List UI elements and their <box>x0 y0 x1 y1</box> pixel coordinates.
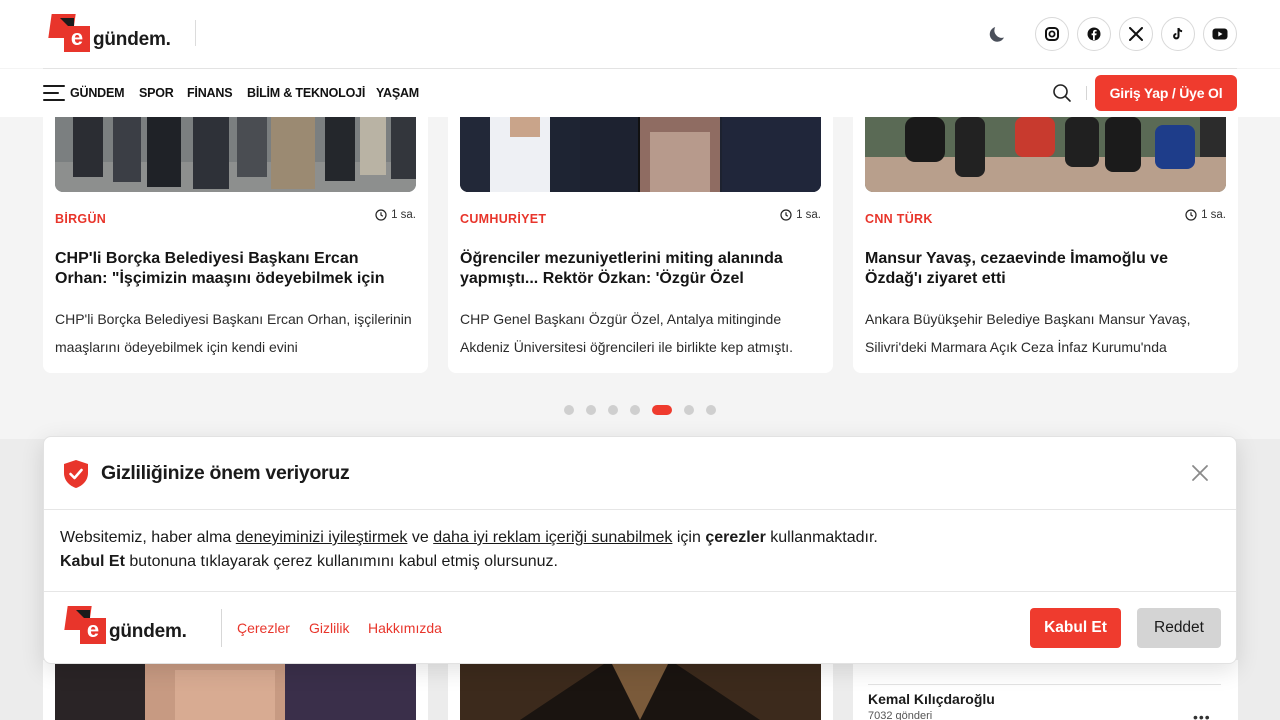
cookie-text-bold: Kabul Et <box>60 553 125 570</box>
trending-count: 7032 gönderi <box>868 710 933 720</box>
cookie-text: için <box>672 529 706 546</box>
about-link[interactable]: Hakkımızda <box>368 620 442 636</box>
trending-title[interactable]: Kemal Kılıçdaroğlu <box>868 691 995 707</box>
close-icon[interactable] <box>1190 463 1210 483</box>
instagram-icon <box>1045 27 1059 41</box>
cookie-text: Websitemiz, haber alma <box>60 529 236 546</box>
news-time-text: 1 sa. <box>796 209 821 221</box>
carousel-dot[interactable] <box>706 405 716 415</box>
x-button[interactable] <box>1119 17 1153 51</box>
cookie-text: butonuna tıklayarak çerez kullanımını ka… <box>124 553 558 570</box>
login-button[interactable]: Giriş Yap / Üye Ol <box>1095 75 1237 111</box>
accept-cookies-button[interactable]: Kabul Et <box>1030 608 1121 648</box>
instagram-button[interactable] <box>1035 17 1069 51</box>
news-source[interactable]: BİRGÜN <box>55 212 106 226</box>
carousel-dot[interactable] <box>608 405 618 415</box>
news-image[interactable] <box>55 117 416 192</box>
facebook-icon <box>1087 27 1101 41</box>
cookie-text: kullanmaktadır. <box>765 529 878 546</box>
footer-logo: e gündem. <box>64 606 187 646</box>
news-card[interactable] <box>43 660 428 720</box>
nav-item-yasam[interactable]: YAŞAM <box>376 86 419 100</box>
cookie-dialog-header: Gizliliğinize önem veriyoruz <box>44 437 1236 510</box>
logo-mark: e <box>48 14 92 54</box>
news-source[interactable]: CUMHURİYET <box>460 212 546 226</box>
news-time-text: 1 sa. <box>1201 209 1226 221</box>
logo-text: gündem. <box>93 29 171 50</box>
news-summary: CHP'li Borçka Belediyesi Başkanı Ercan O… <box>55 311 412 355</box>
news-time: 1 sa. <box>1185 209 1226 221</box>
shield-check-icon <box>64 460 88 488</box>
reject-cookies-button[interactable]: Reddet <box>1137 608 1221 648</box>
privacy-link[interactable]: Gizlilik <box>309 620 349 636</box>
news-summary: CHP Genel Başkanı Özgür Özel, Antalya mi… <box>460 311 794 355</box>
logo-mark: e <box>64 606 108 646</box>
cookie-dialog-footer: e gündem. Çerezler Gizlilik Hakkımızda K… <box>44 591 1236 663</box>
carousel-dot[interactable] <box>586 405 596 415</box>
cookie-text-bold: çerezler <box>705 529 766 546</box>
news-title[interactable]: Mansur Yavaş, cezaevinde İmamoğlu ve Özd… <box>865 249 1220 291</box>
news-image[interactable] <box>55 660 416 720</box>
news-image[interactable] <box>460 117 821 192</box>
footer-divider <box>221 609 222 647</box>
news-image[interactable] <box>865 117 1226 192</box>
cookie-link-experience[interactable]: deneyiminizi iyileştirmek <box>236 529 408 546</box>
logo-divider <box>195 20 196 46</box>
cookie-dialog-text: Websitemiz, haber alma deneyiminizi iyil… <box>60 526 1220 574</box>
news-source[interactable]: CNN TÜRK <box>865 212 933 226</box>
tiktok-icon <box>1173 27 1183 40</box>
news-time: 1 sa. <box>375 209 416 221</box>
news-title[interactable]: Öğrenciler mezuniyetlerini miting alanın… <box>460 249 815 291</box>
menu-icon[interactable] <box>43 84 65 102</box>
news-time: 1 sa. <box>780 209 821 221</box>
carousel-dot-active[interactable] <box>652 405 672 415</box>
cookies-link[interactable]: Çerezler <box>237 620 290 636</box>
more-options-icon[interactable]: ••• <box>1193 709 1211 720</box>
nav-item-finans[interactable]: FİNANS <box>187 86 233 100</box>
news-card[interactable] <box>448 660 833 720</box>
cookie-dialog-title: Gizliliğinize önem veriyoruz <box>101 462 350 484</box>
clock-icon <box>375 209 387 221</box>
cookie-consent-dialog: Gizliliğinize önem veriyoruz Websitemiz,… <box>43 436 1237 664</box>
carousel-dot[interactable] <box>564 405 574 415</box>
news-summary: Ankara Büyükşehir Belediye Başkanı Mansu… <box>865 311 1191 355</box>
logo-letter: e <box>64 26 90 52</box>
search-icon[interactable] <box>1052 83 1072 103</box>
news-time-text: 1 sa. <box>391 209 416 221</box>
x-icon <box>1129 27 1143 41</box>
moon-icon[interactable] <box>986 22 1010 46</box>
nav-divider <box>1086 86 1087 100</box>
tiktok-button[interactable] <box>1161 17 1195 51</box>
site-logo[interactable]: e gündem. <box>48 14 171 54</box>
news-image[interactable] <box>460 660 821 720</box>
youtube-icon <box>1212 28 1228 40</box>
youtube-button[interactable] <box>1203 17 1237 51</box>
news-card[interactable]: BİRGÜN 1 sa. CHP'li Borçka Belediyesi Ba… <box>43 117 428 373</box>
cookie-text: ve <box>407 529 434 546</box>
carousel-dot[interactable] <box>684 405 694 415</box>
nav-item-spor[interactable]: SPOR <box>139 86 174 100</box>
news-card[interactable]: CNN TÜRK 1 sa. Mansur Yavaş, cezaevinde … <box>853 117 1238 373</box>
carousel-pagination <box>564 404 716 416</box>
clock-icon <box>1185 209 1197 221</box>
facebook-button[interactable] <box>1077 17 1111 51</box>
logo-text: gündem. <box>109 621 187 642</box>
news-title[interactable]: CHP'li Borçka Belediyesi Başkanı Ercan O… <box>55 249 410 291</box>
cookie-link-ads[interactable]: daha iyi reklam içeriği sunabilmek <box>433 529 672 546</box>
news-card[interactable]: CUMHURİYET 1 sa. Öğrenciler mezuniyetler… <box>448 117 833 373</box>
nav-item-bilim-teknoloji[interactable]: BİLİM & TEKNOLOJİ <box>247 86 365 100</box>
carousel-dot[interactable] <box>630 405 640 415</box>
nav-item-gundem[interactable]: GÜNDEM <box>70 86 125 100</box>
clock-icon <box>780 209 792 221</box>
logo-letter: e <box>80 618 106 644</box>
